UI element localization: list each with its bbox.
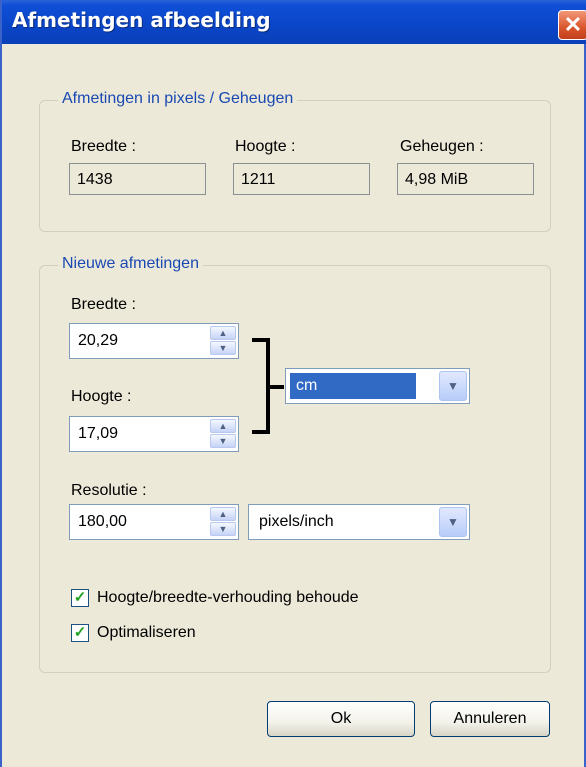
spin-down-icon[interactable]: ▼ (210, 522, 236, 536)
resolution-label: Resolutie : (71, 482, 147, 499)
close-button[interactable]: ✕ (558, 10, 586, 40)
spin-up-icon[interactable]: ▲ (210, 419, 236, 433)
new-width-spinner[interactable]: ▲ ▼ (210, 326, 236, 356)
new-height-input[interactable]: 17,09 ▲ ▼ (69, 416, 239, 452)
new-width-input[interactable]: 20,29 ▲ ▼ (69, 323, 239, 359)
cancel-button[interactable]: Annuleren (430, 701, 550, 737)
unit-selected-value: cm (290, 373, 416, 399)
resolution-input[interactable]: 180,00 ▲ ▼ (69, 504, 239, 540)
resolution-unit-value: pixels/inch (259, 513, 334, 530)
new-height-value: 17,09 (78, 425, 119, 442)
resolution-spinner[interactable]: ▲ ▼ (210, 507, 236, 537)
optimize-label[interactable]: Optimaliseren (97, 624, 196, 642)
spin-up-icon[interactable]: ▲ (210, 507, 236, 521)
memory-label: Geheugen : (400, 138, 484, 155)
pixel-width-label: Breedte : (71, 138, 136, 155)
chevron-down-icon[interactable]: ▼ (439, 371, 467, 401)
ok-button[interactable]: Ok (267, 701, 415, 737)
resolution-value: 180,00 (78, 513, 127, 530)
pixel-height-label: Hoogte : (235, 138, 296, 155)
chevron-down-icon[interactable]: ▼ (439, 507, 467, 537)
close-icon: ✕ (563, 12, 583, 37)
link-bracket-stub (268, 385, 284, 389)
spin-down-icon[interactable]: ▼ (210, 434, 236, 448)
new-height-spinner[interactable]: ▲ ▼ (210, 419, 236, 449)
pixel-width-field: 1438 (69, 163, 206, 195)
spin-down-icon[interactable]: ▼ (210, 341, 236, 355)
checkmark-icon: ✓ (73, 589, 87, 606)
unit-select[interactable]: cm ▼ (285, 368, 470, 404)
window-title: Afmetingen afbeelding (12, 8, 271, 32)
resolution-unit-select[interactable]: pixels/inch ▼ (248, 504, 470, 540)
keep-ratio-checkbox[interactable]: ✓ (71, 589, 89, 607)
spin-up-icon[interactable]: ▲ (210, 326, 236, 340)
optimize-checkbox[interactable]: ✓ (71, 624, 89, 642)
keep-ratio-label[interactable]: Hoogte/breedte-verhouding behoude (97, 589, 359, 607)
new-height-label: Hoogte : (71, 388, 132, 405)
new-width-label: Breedte : (71, 296, 136, 313)
new-width-value: 20,29 (78, 332, 119, 349)
memory-field: 4,98 MiB (397, 163, 534, 195)
checkmark-icon: ✓ (73, 624, 87, 641)
title-bar: Afmetingen afbeelding ✕ (2, 0, 586, 44)
pixels-memory-legend: Afmetingen in pixels / Geheugen (58, 90, 298, 108)
new-dimensions-legend: Nieuwe afmetingen (58, 255, 203, 273)
dialog-window: Afmetingen afbeelding ✕ Afmetingen in pi… (0, 0, 586, 767)
pixel-height-field: 1211 (233, 163, 370, 195)
